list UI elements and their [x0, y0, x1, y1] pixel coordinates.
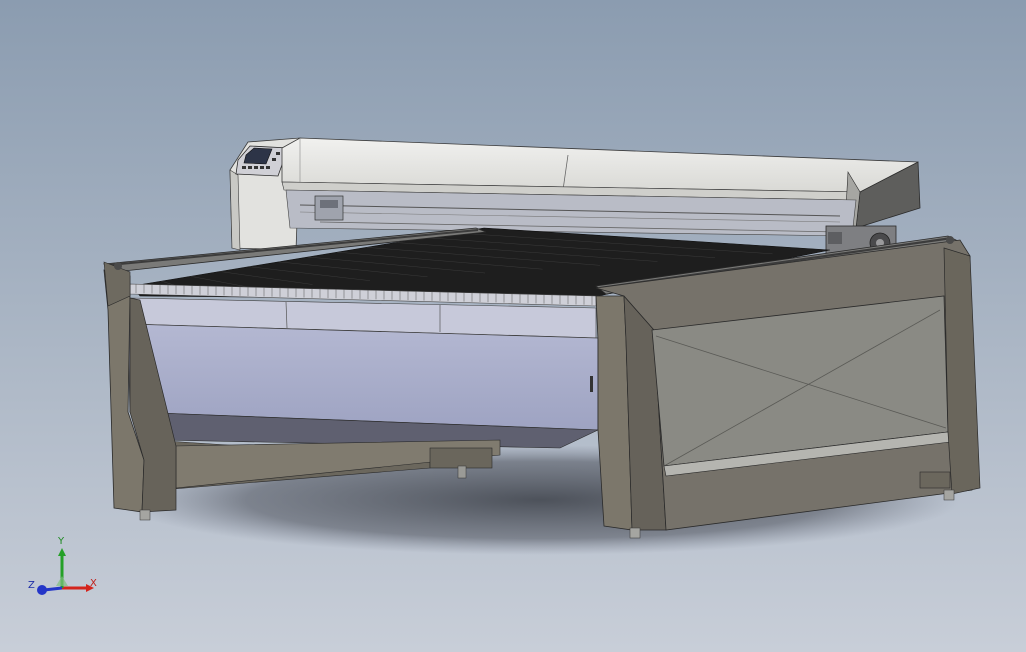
cad-viewport[interactable]: X Y Z	[0, 0, 1026, 652]
triad-y-label: Y	[57, 536, 65, 547]
panel-handle-right[interactable]	[590, 376, 593, 392]
center-back-leg	[429, 447, 493, 469]
triad-z-label: Z	[28, 580, 35, 591]
front-panel-main	[127, 323, 599, 431]
cad-scene[interactable]: X Y Z	[0, 0, 1026, 652]
triad-x-label: X	[90, 578, 97, 589]
front-panel	[127, 297, 599, 449]
